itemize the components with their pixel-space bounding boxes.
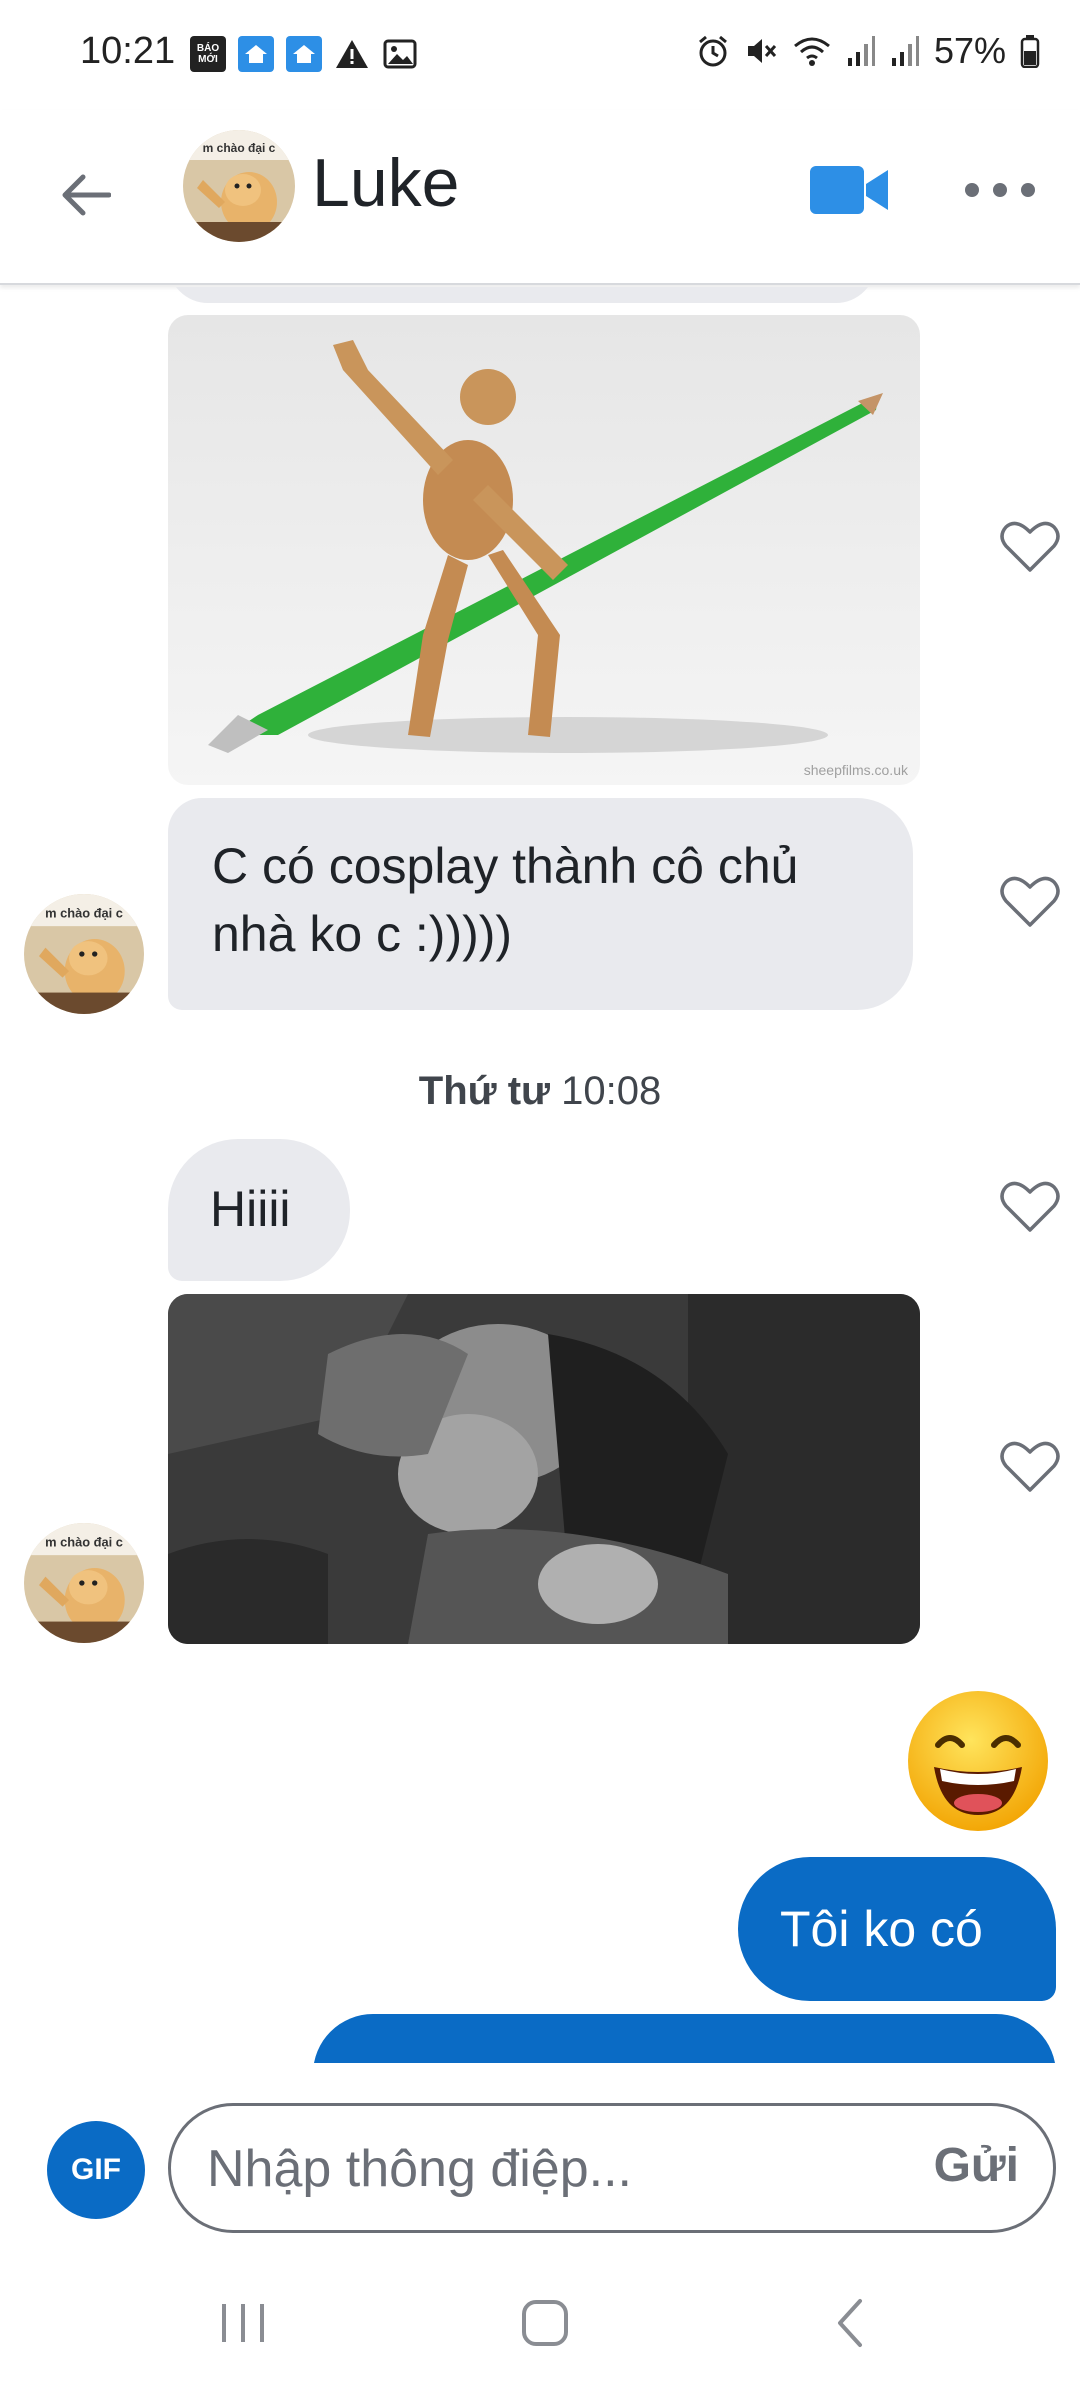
message-timestamp: Thứ tư 10:08 xyxy=(0,1069,1080,1114)
avatar-caption: m chào đại c xyxy=(203,141,276,155)
system-nav-bar xyxy=(0,2233,1080,2400)
video-call-icon xyxy=(810,166,888,214)
home-notification-icon xyxy=(238,36,274,72)
baomoi-app-icon: BÁO MỚI xyxy=(190,36,226,72)
status-time: 10:21 xyxy=(80,30,176,72)
more-options-button[interactable] xyxy=(965,170,1035,210)
warning-icon xyxy=(334,36,370,72)
recent-apps-icon xyxy=(222,2304,264,2342)
sent-emoji[interactable] xyxy=(904,1687,1052,1835)
message-composer: GIF Gửi xyxy=(0,2063,1080,2233)
contact-avatar[interactable]: m chào đại c xyxy=(183,130,295,242)
message-input-container[interactable]: Gửi xyxy=(168,2103,1056,2233)
signal-icon xyxy=(891,36,919,66)
back-nav-button[interactable] xyxy=(815,2293,885,2353)
battery-icon xyxy=(1020,35,1040,68)
incoming-message-bubble[interactable]: Hiiii xyxy=(168,1139,350,1281)
message-image-gif[interactable]: sheepfilms.co.uk xyxy=(168,315,920,785)
like-heart-icon[interactable] xyxy=(1000,518,1060,574)
like-heart-icon[interactable] xyxy=(1000,1438,1060,1494)
recent-apps-button[interactable] xyxy=(208,2293,278,2353)
contact-name[interactable]: Luke xyxy=(312,144,459,222)
outgoing-message-bubble[interactable]: Tôi ko có xyxy=(738,1857,1056,2001)
mute-icon xyxy=(747,39,777,63)
like-heart-icon[interactable] xyxy=(1000,873,1060,929)
status-right: 57% xyxy=(696,30,1040,72)
conversation[interactable]: sheepfilms.co.uk m chào đại c C có cospl… xyxy=(0,287,1080,2063)
wifi-icon xyxy=(793,37,830,66)
timestamp-day: Thứ tư xyxy=(418,1069,550,1113)
outgoing-message-bubble[interactable] xyxy=(313,2014,1056,2063)
back-button[interactable] xyxy=(50,160,120,230)
image-watermark: sheepfilms.co.uk xyxy=(804,762,909,778)
message-input[interactable] xyxy=(207,2136,887,2202)
home-icon xyxy=(522,2300,568,2346)
back-icon xyxy=(838,2299,862,2347)
send-button[interactable]: Gửi xyxy=(934,2138,1019,2193)
back-arrow-icon xyxy=(62,174,111,216)
timestamp-time: 10:08 xyxy=(561,1069,662,1113)
incoming-message-bubble[interactable]: C có cosplay thành cô chủ nhà ko c :))))… xyxy=(168,798,913,1010)
image-icon xyxy=(382,36,418,72)
previous-message-bubble xyxy=(168,287,876,303)
more-icon xyxy=(965,183,979,197)
like-heart-icon[interactable] xyxy=(1000,1178,1060,1234)
signal-icon xyxy=(847,36,875,66)
home-button[interactable] xyxy=(510,2293,580,2353)
message-image-gif[interactable] xyxy=(168,1294,920,1644)
contact-avatar[interactable]: m chào đại c xyxy=(24,894,144,1014)
status-bar: 10:21 BÁO MỚI 57% xyxy=(0,0,1080,110)
avatar-caption: m chào đại c xyxy=(45,906,123,921)
battery-percent: 57% xyxy=(933,30,1006,71)
home-notification-icon xyxy=(286,36,322,72)
video-call-button[interactable] xyxy=(810,160,890,220)
avatar-caption: m chào đại c xyxy=(45,1535,123,1550)
chat-header: m chào đại c Luke xyxy=(0,110,1080,285)
gif-button[interactable]: GIF xyxy=(47,2121,145,2219)
status-notification-icons: BÁO MỚI xyxy=(190,36,418,72)
alarm-icon xyxy=(698,35,727,67)
contact-avatar[interactable]: m chào đại c xyxy=(24,1523,144,1643)
